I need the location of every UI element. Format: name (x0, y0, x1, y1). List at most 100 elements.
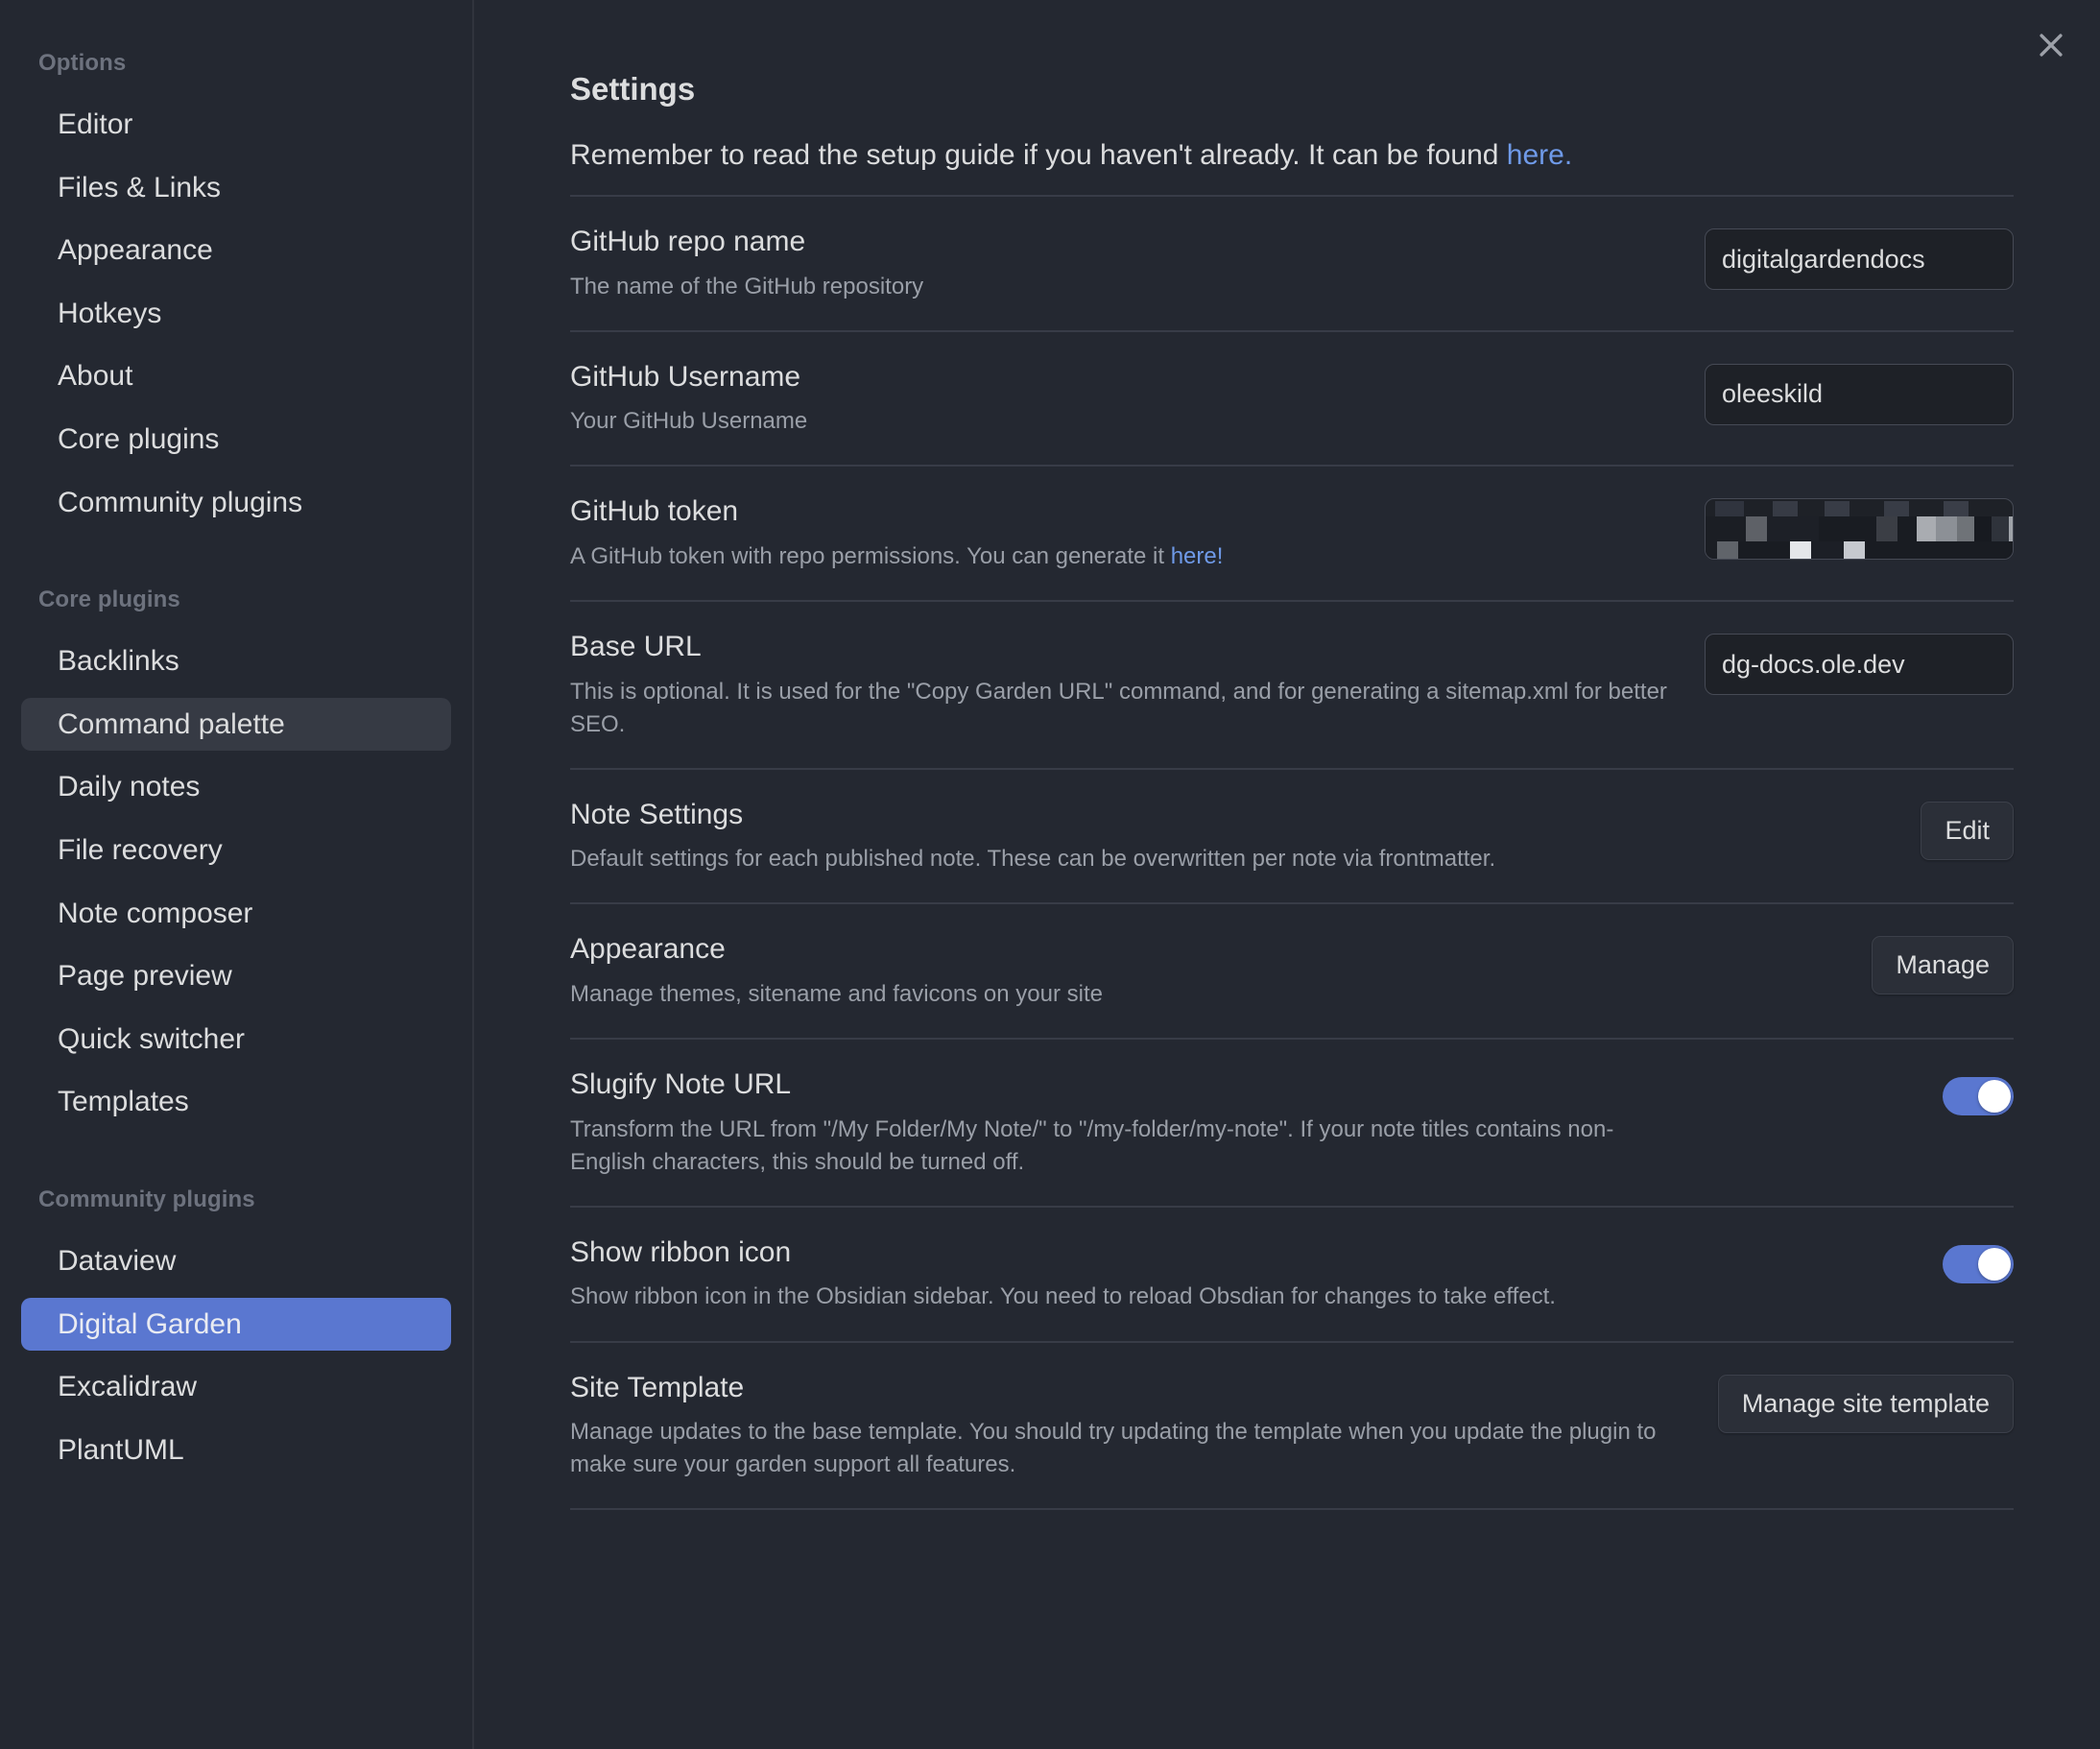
sidebar-item-digital-garden[interactable]: Digital Garden (21, 1298, 451, 1352)
setting-description: Transform the URL from "/My Folder/My No… (570, 1114, 1683, 1179)
show-ribbon-icon-toggle[interactable] (1943, 1245, 2014, 1283)
setting-control (1705, 494, 2014, 560)
setting-control (1705, 360, 2014, 425)
redaction-block (1876, 516, 1897, 541)
toggle-knob (1978, 1080, 2011, 1113)
redaction-block (1715, 501, 1744, 516)
redaction-block (1706, 541, 1717, 560)
sidebar-item-community-plugins[interactable]: Community plugins (21, 476, 451, 530)
setting-name: Show ribbon icon (570, 1235, 1683, 1271)
redaction-block (1844, 541, 1865, 560)
redaction-block (1811, 541, 1844, 560)
setting-description: Your GitHub Username (570, 405, 1680, 438)
edit-button[interactable]: Edit (1921, 802, 2014, 860)
sidebar-item-excalidraw[interactable]: Excalidraw (21, 1360, 451, 1414)
setup-guide-link[interactable]: here. (1507, 139, 1572, 171)
setting-description: Default settings for each published note… (570, 843, 1683, 875)
setting-control: Edit (1921, 798, 2014, 860)
redaction-block (1790, 541, 1811, 560)
setting-name: GitHub Username (570, 360, 1680, 395)
redaction-block (1746, 516, 1767, 541)
sidebar-item-file-recovery[interactable]: File recovery (21, 824, 451, 877)
generate-token-link[interactable]: here! (1171, 543, 1224, 569)
setting-info: Appearance Manage themes, sitename and fa… (570, 932, 1683, 1011)
setting-row-site-template: Site Template Manage updates to the base … (570, 1343, 2014, 1511)
setting-info: GitHub repo name The name of the GitHub r… (570, 225, 1680, 303)
sidebar-group-heading: Options (0, 50, 472, 77)
setting-row-show-ribbon-icon: Show ribbon icon Show ribbon icon in the … (570, 1208, 2014, 1343)
setting-info: Base URL This is optional. It is used for… (570, 630, 1680, 741)
setting-row-github-username: GitHub Username Your GitHub Username (570, 332, 2014, 467)
sidebar-item-page-preview[interactable]: Page preview (21, 949, 451, 1003)
github-repo-name-input[interactable] (1705, 228, 2014, 290)
redaction-block (1884, 501, 1909, 516)
sidebar-item-editor[interactable]: Editor (21, 98, 451, 152)
redaction-block (1825, 501, 1849, 516)
close-icon[interactable] (2023, 17, 2079, 73)
setting-info: Note Settings Default settings for each p… (570, 798, 1683, 876)
setting-description: The name of the GitHub repository (570, 271, 1680, 303)
manage-site-template-button[interactable]: Manage site template (1718, 1375, 2014, 1433)
setup-guide-text: Remember to read the setup guide if you … (570, 139, 1507, 171)
sidebar-group-spacer (0, 1138, 472, 1186)
setting-name: Base URL (570, 630, 1680, 665)
sidebar-item-files-links[interactable]: Files & Links (21, 161, 451, 215)
setting-info: Slugify Note URLTransform the URL from "… (570, 1067, 1683, 1179)
sidebar-item-appearance[interactable]: Appearance (21, 224, 451, 277)
sidebar-item-dataview[interactable]: Dataview (21, 1234, 451, 1288)
setting-control (1705, 225, 2014, 290)
sidebar-item-about[interactable]: About (21, 349, 451, 403)
sidebar-item-daily-notes[interactable]: Daily notes (21, 760, 451, 814)
setting-description-text: A GitHub token with repo permissions. Yo… (570, 543, 1171, 569)
redaction-block (1917, 516, 1936, 541)
sidebar-group: Community pluginsDataviewDigital GardenE… (0, 1186, 472, 1476)
setting-info: GitHub Username Your GitHub Username (570, 360, 1680, 439)
setting-description: Show ribbon icon in the Obsidian sidebar… (570, 1281, 1683, 1313)
setting-name: GitHub repo name (570, 225, 1680, 260)
redaction-block (1957, 516, 1974, 541)
redaction-block (1865, 541, 2014, 560)
sidebar-group-heading: Core plugins (0, 587, 472, 613)
setting-description: This is optional. It is used for the "Co… (570, 676, 1680, 741)
setting-description: Manage updates to the base template. You… (570, 1416, 1683, 1481)
sidebar-item-note-composer[interactable]: Note composer (21, 887, 451, 941)
setting-description: Manage themes, sitename and favicons on … (570, 978, 1683, 1011)
sidebar-group: Options Editor Files & Links Appearance Hotk… (0, 50, 472, 529)
redaction-block (1738, 541, 1790, 560)
sidebar-item-templates[interactable]: Templates (21, 1075, 451, 1129)
redaction-block (2009, 516, 2014, 541)
base-url-input[interactable] (1705, 634, 2014, 695)
setting-name: Note Settings (570, 798, 1683, 833)
sidebar-item-hotkeys[interactable]: Hotkeys (21, 287, 451, 341)
redaction-block (1897, 516, 1917, 541)
setting-description: A GitHub token with repo permissions. Yo… (570, 540, 1680, 573)
setting-control: Manage site template (1718, 1371, 2014, 1433)
redaction-block (1706, 516, 1746, 541)
toggle-knob (1978, 1248, 2011, 1281)
slugify-note-url-toggle[interactable] (1943, 1077, 2014, 1115)
setting-info: Show ribbon icon Show ribbon icon in the … (570, 1235, 1683, 1314)
github-token-input[interactable] (1705, 498, 2014, 560)
setting-row-github-repo-name: GitHub repo name The name of the GitHub r… (570, 197, 2014, 332)
sidebar-item-plantuml[interactable]: PlantUML (21, 1424, 451, 1477)
sidebar-item-core-plugins[interactable]: Core plugins (21, 413, 451, 467)
redaction-block (1974, 516, 1992, 541)
setting-row-github-token: GitHub token A GitHub token with repo per… (570, 467, 2014, 602)
redaction-block (1717, 541, 1738, 560)
sidebar-group: Core plugins Backlinks Command palette Dail… (0, 587, 472, 1129)
setting-name: Appearance (570, 932, 1683, 968)
sidebar-item-command-palette[interactable]: Command palette (21, 698, 451, 752)
sidebar-item-backlinks[interactable]: Backlinks (21, 635, 451, 688)
settings-main-panel: Settings Remember to read the setup guid… (474, 0, 2100, 1749)
setting-name: GitHub token (570, 494, 1680, 530)
redaction-block (1819, 516, 1876, 541)
setting-control (1705, 630, 2014, 695)
setting-row-slugify-note-url: Slugify Note URLTransform the URL from "… (570, 1040, 2014, 1208)
github-username-input[interactable] (1705, 364, 2014, 425)
redaction-block (1767, 516, 1819, 541)
sidebar-item-quick-switcher[interactable]: Quick switcher (21, 1013, 451, 1066)
manage-button[interactable]: Manage (1872, 936, 2014, 994)
setting-name: Site Template (570, 1371, 1683, 1406)
setting-info: GitHub token A GitHub token with repo per… (570, 494, 1680, 573)
setting-info: Site Template Manage updates to the base … (570, 1371, 1683, 1482)
